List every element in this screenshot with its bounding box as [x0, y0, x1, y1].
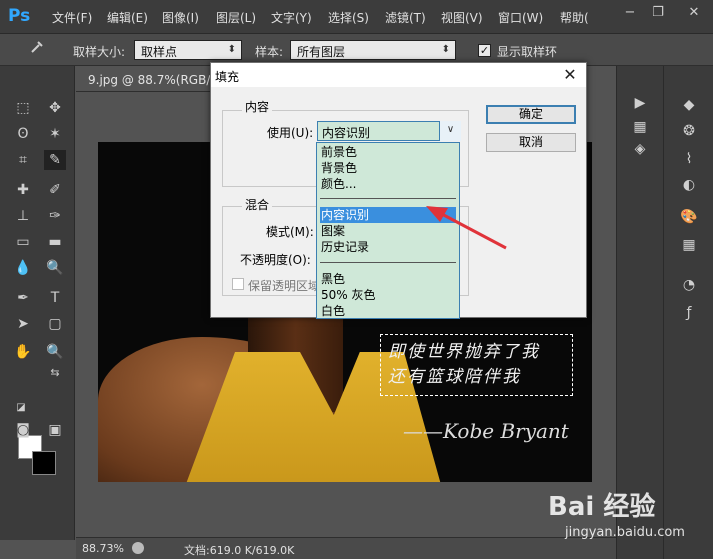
play-icon[interactable]: ▶	[629, 92, 651, 114]
styles-icon[interactable]: ▦	[678, 234, 700, 256]
eyedropper-options-icon[interactable]	[26, 39, 48, 59]
chevron-down-icon: ⬍	[227, 44, 236, 55]
crop-icon[interactable]: ⌗	[12, 150, 34, 170]
gradient-icon[interactable]: ▬	[44, 232, 66, 252]
show-ring-checkbox[interactable]: ✓	[478, 44, 491, 57]
3d-icon[interactable]: ◈	[629, 138, 651, 160]
quick-mask-icon[interactable]: ◙	[12, 420, 34, 440]
use-select-value: 内容识别	[322, 126, 371, 140]
magic-wand-icon[interactable]: ✶	[44, 124, 66, 144]
dropdown-item-color[interactable]: 颜色...	[320, 176, 456, 192]
minimize-icon[interactable]: −	[620, 3, 640, 23]
default-colors-icon[interactable]: ◪	[10, 398, 32, 418]
marquee-icon[interactable]: ⬚	[12, 98, 34, 118]
move-icon[interactable]: ✥	[44, 98, 66, 118]
calligraphy-line-1: 即使世界抛弃了我	[388, 342, 540, 362]
annotation-arrow-icon	[426, 206, 507, 250]
brush-presets-icon[interactable]: ▦	[629, 116, 651, 138]
photoshop-logo: Ps	[8, 6, 31, 26]
brush-icon[interactable]: ✐	[44, 180, 66, 200]
eyedropper-icon[interactable]: ✎	[44, 150, 66, 170]
menu-file[interactable]: 文件(F)	[52, 9, 92, 26]
sample-size-value: 取样点	[141, 45, 178, 59]
dodge-icon[interactable]: 🔍	[44, 258, 66, 278]
blur-icon[interactable]: 💧	[12, 258, 34, 278]
document-tab-label: 9.jpg @ 88.7%(RGB/8#	[88, 73, 229, 87]
menu-edit[interactable]: 编辑(E)	[107, 9, 148, 26]
arrow-shaft	[437, 210, 507, 250]
paths-icon[interactable]: ⌇	[678, 148, 700, 170]
fx-icon[interactable]: ƒ	[678, 302, 700, 324]
menu-image[interactable]: 图像(I)	[162, 9, 199, 26]
swatches-icon[interactable]: 🎨	[678, 206, 700, 228]
signature-text: ——Kobe Bryant	[403, 419, 569, 443]
chevron-down-icon: ⬍	[441, 44, 450, 55]
menu-window[interactable]: 窗口(W)	[498, 9, 543, 26]
sample-size-label: 取样大小:	[73, 45, 126, 59]
opacity-label: 不透明度(O):	[240, 253, 311, 267]
menu-bar: Ps 文件(F) 编辑(E) 图像(I) 图层(L) 文字(Y) 选择(S) 滤…	[0, 0, 713, 34]
document-size: 文档:619.0 K/619.0K	[184, 544, 295, 557]
hand-icon[interactable]: ✋	[12, 342, 34, 362]
blend-group-label: 混合	[242, 196, 273, 213]
chevron-down-icon[interactable]: ∨	[439, 121, 461, 141]
baidu-watermark-url: jingyan.baidu.com	[565, 525, 685, 540]
dropdown-item-white[interactable]: 白色	[320, 303, 456, 319]
type-icon[interactable]: T	[44, 288, 66, 308]
path-selection-icon[interactable]: ➤	[12, 314, 34, 334]
menu-help[interactable]: 帮助(	[560, 9, 589, 26]
layers-icon[interactable]: ◆	[678, 94, 700, 116]
navigator-icon[interactable]: ◔	[678, 274, 700, 296]
close-icon[interactable]: ✕	[559, 65, 581, 85]
baidu-watermark-logo: Bai 经验	[548, 492, 656, 522]
screen-mode-icon[interactable]: ▣	[44, 420, 66, 440]
zoom-icon[interactable]: 🔍	[44, 342, 66, 362]
use-label: 使用(U):	[267, 126, 314, 140]
mode-label: 模式(M):	[266, 225, 314, 239]
history-brush-icon[interactable]: ✑	[44, 206, 66, 226]
dropdown-item-background[interactable]: 背景色	[320, 160, 456, 176]
channels-icon[interactable]: ❂	[678, 120, 700, 142]
menu-select[interactable]: 选择(S)	[328, 9, 369, 26]
dropdown-item-foreground[interactable]: 前景色	[320, 144, 456, 160]
zoom-level[interactable]: 88.73%	[82, 542, 124, 555]
sample-size-select[interactable]: 取样点 ⬍	[134, 40, 242, 60]
eraser-icon[interactable]: ▭	[12, 232, 34, 252]
sample-label: 样本:	[255, 45, 284, 59]
ok-button[interactable]: 确定	[486, 105, 576, 124]
sample-select[interactable]: 所有图层 ⬍	[290, 40, 456, 60]
swap-colors-icon[interactable]: ⇆	[44, 363, 66, 383]
clone-stamp-icon[interactable]: ⊥	[12, 206, 34, 226]
toolbox: ⬚ ✥ ʘ ✶ ⌗ ✎ ✚ ✐ ⊥ ✑ ▭ ▬ 💧 🔍 ✒ T ➤ ▢ ✋ 🔍 …	[0, 66, 75, 540]
show-ring-label: 显示取样环	[497, 45, 558, 59]
calligraphy-line-2: 还有篮球陪伴我	[388, 367, 521, 387]
status-bar: 88.73% 文档:619.0 K/619.0K	[76, 537, 616, 559]
sample-value: 所有图层	[297, 45, 346, 59]
content-group-label: 内容	[242, 98, 273, 115]
menu-type[interactable]: 文字(Y)	[271, 9, 312, 26]
pen-icon[interactable]: ✒	[12, 288, 34, 308]
menu-layer[interactable]: 图层(L)	[216, 9, 256, 26]
lasso-icon[interactable]: ʘ	[12, 124, 34, 144]
shape-icon[interactable]: ▢	[44, 314, 66, 334]
preserve-transparency-label: 保留透明区域	[248, 279, 321, 293]
status-info-icon[interactable]	[132, 542, 144, 554]
dropdown-item-50-gray[interactable]: 50% 灰色	[320, 287, 456, 303]
menu-view[interactable]: 视图(V)	[441, 9, 483, 26]
window-close-icon[interactable]: ✕	[684, 3, 704, 23]
cancel-button[interactable]: 取消	[486, 133, 576, 152]
preserve-transparency-checkbox[interactable]	[232, 278, 244, 290]
healing-brush-icon[interactable]: ✚	[12, 180, 34, 200]
dialog-title: 填充	[215, 70, 240, 84]
adjustments-icon[interactable]: ◐	[678, 174, 700, 196]
panel-dock: ◆ ❂ ⌇ ◐ 🎨 ▦ ◔ ƒ	[663, 66, 713, 559]
calligraphy-text: 即使世界抛弃了我 还有篮球陪伴我	[388, 340, 568, 390]
dialog-titlebar[interactable]: 填充 ✕	[211, 63, 586, 87]
document-tab[interactable]: 9.jpg @ 88.7%(RGB/8#	[76, 66, 228, 92]
dropdown-item-black[interactable]: 黑色	[320, 271, 456, 287]
menu-filter[interactable]: 滤镜(T)	[385, 9, 426, 26]
dropdown-separator	[320, 262, 456, 263]
restore-icon[interactable]: ❐	[648, 3, 668, 23]
background-color-swatch[interactable]	[32, 451, 56, 475]
